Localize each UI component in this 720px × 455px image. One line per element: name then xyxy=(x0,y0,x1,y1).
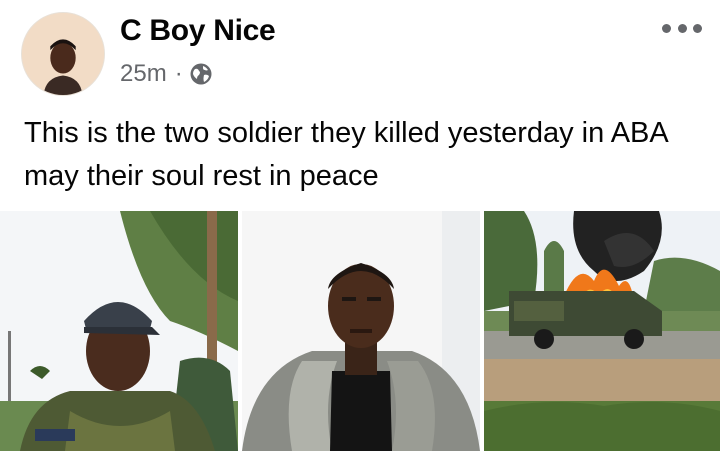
more-dot xyxy=(662,23,671,33)
avatar-image xyxy=(22,13,104,95)
post-time[interactable]: 25m xyxy=(120,60,167,88)
soldier-in-cap-photo[interactable] xyxy=(0,211,238,451)
more-options-icon[interactable] xyxy=(662,16,702,40)
meta-separator: · xyxy=(174,60,183,87)
young-man-portrait-photo[interactable] xyxy=(242,211,480,451)
post-header: C Boy Nice 25m · xyxy=(0,0,720,100)
more-dot xyxy=(693,23,702,33)
globe-icon[interactable] xyxy=(189,62,213,86)
photo-grid xyxy=(0,211,720,455)
post-text: This is the two soldier they killed yest… xyxy=(24,117,668,192)
author-name[interactable]: C Boy Nice xyxy=(120,14,276,48)
author-avatar[interactable] xyxy=(21,12,105,96)
burning-military-vehicle-photo[interactable] xyxy=(484,211,720,451)
post-meta: 25m · xyxy=(120,60,213,88)
more-dot xyxy=(677,23,687,33)
